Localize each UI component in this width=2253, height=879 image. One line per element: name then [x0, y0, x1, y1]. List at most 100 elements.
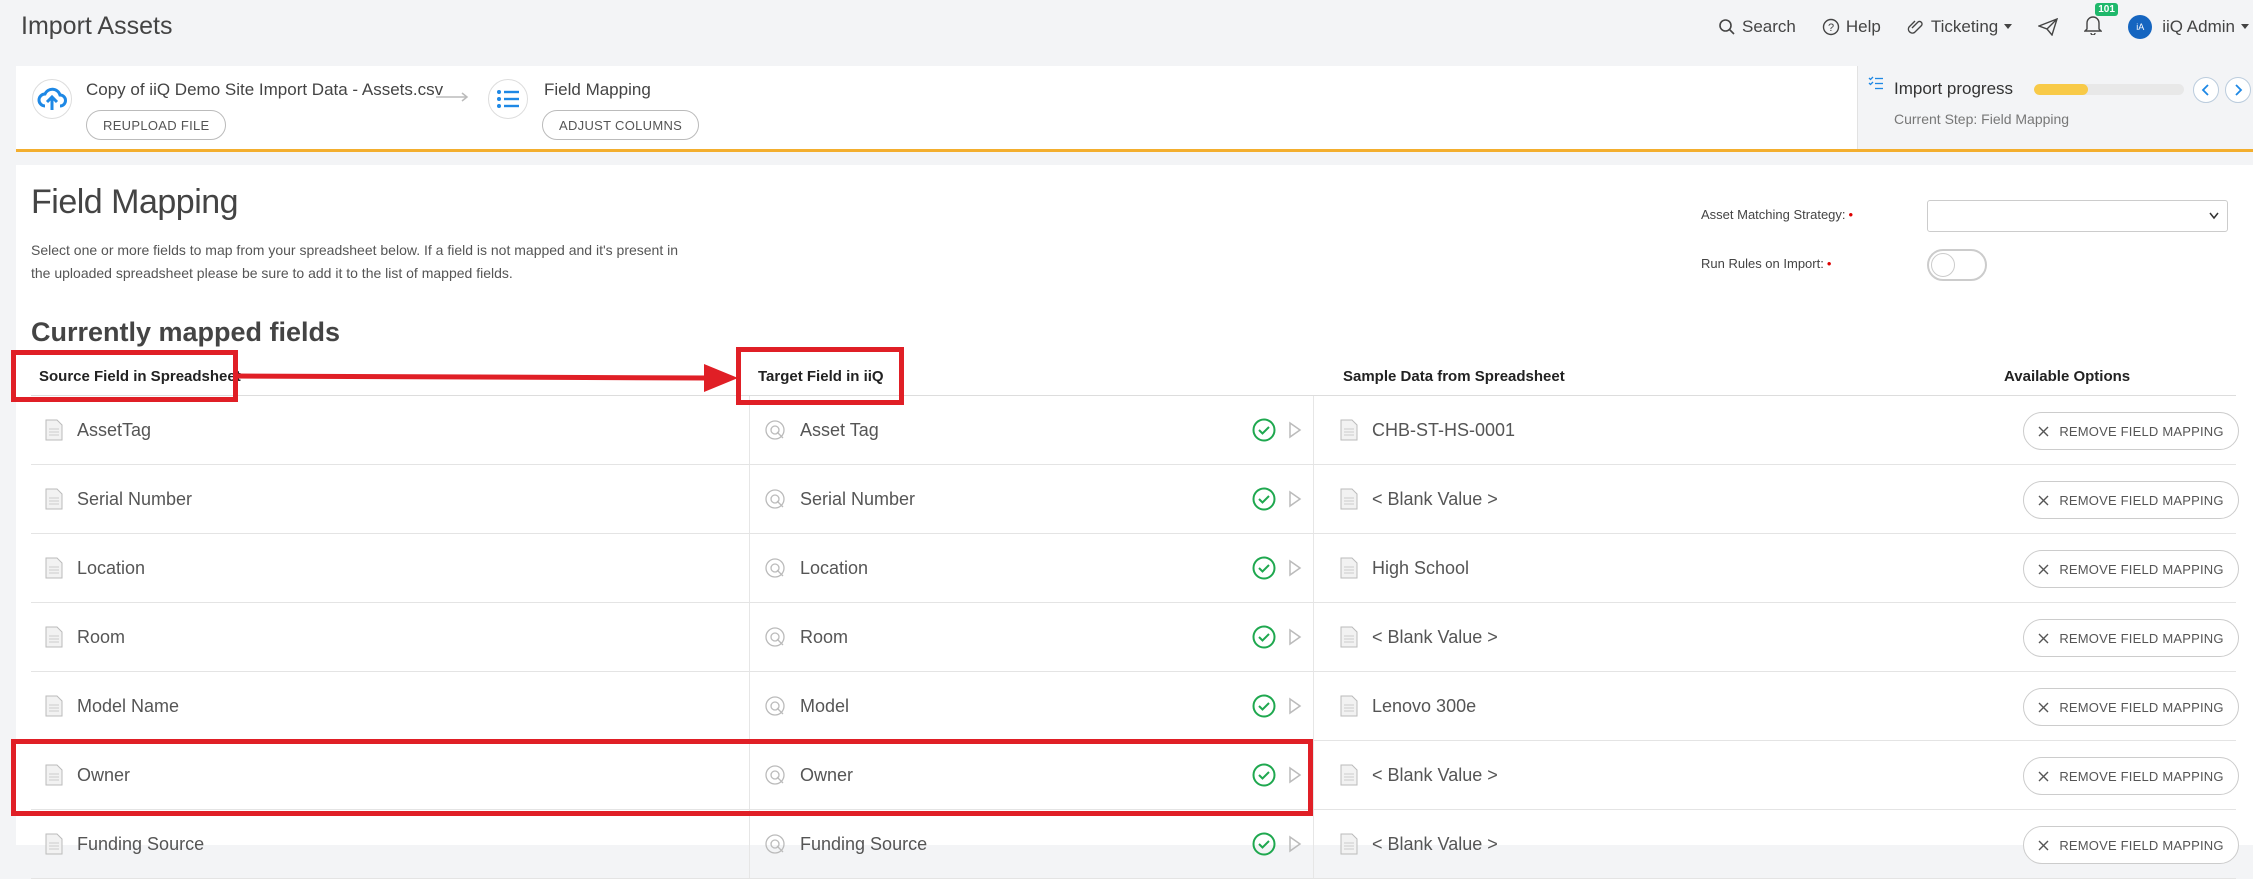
remove-field-mapping-button[interactable]: REMOVE FIELD MAPPING	[2023, 619, 2239, 657]
target-field-cell[interactable]: Location	[749, 534, 1314, 602]
table-row: Model Name Model Lenovo 300e REMOVE FIEL…	[31, 672, 2239, 741]
sample-data-cell: Lenovo 300e	[1326, 672, 1926, 740]
avatar[interactable]: iA	[2128, 15, 2153, 39]
reupload-file-button[interactable]: REUPLOAD FILE	[86, 110, 227, 140]
list-icon	[497, 90, 519, 108]
target-field-cell[interactable]: Asset Tag	[749, 396, 1314, 464]
chevron-right-icon	[2235, 84, 2243, 96]
close-icon	[2038, 495, 2049, 505]
expand-arrow-icon[interactable]	[1288, 490, 1302, 508]
remove-field-mapping-button[interactable]: REMOVE FIELD MAPPING	[2023, 826, 2239, 864]
annotation-arrow	[234, 364, 738, 392]
import-progress-fill	[2034, 84, 2088, 95]
close-icon	[2038, 840, 2049, 850]
run-rules-label: Run Rules on Import: •	[1701, 256, 1832, 271]
checklist-icon	[1868, 76, 1883, 90]
source-field-cell: AssetTag	[31, 396, 749, 464]
mapped-fields-title: Currently mapped fields	[31, 317, 341, 347]
check-circle-icon	[1252, 487, 1276, 511]
col-header-options: Available Options	[2004, 368, 2131, 385]
file-icon	[45, 695, 63, 717]
chevron-left-icon	[2201, 84, 2209, 96]
table-row: AssetTag Asset Tag CHB-ST-HS-0001 REMOVE…	[31, 396, 2239, 465]
check-circle-icon	[1252, 418, 1276, 442]
remove-label: REMOVE FIELD MAPPING	[2059, 837, 2224, 853]
remove-field-mapping-button[interactable]: REMOVE FIELD MAPPING	[2023, 412, 2239, 450]
target-field-name: Funding Source	[800, 833, 928, 854]
expand-arrow-icon[interactable]	[1288, 421, 1302, 439]
target-field-icon	[765, 489, 785, 509]
search-icon	[1719, 19, 1735, 35]
expand-arrow-icon[interactable]	[1288, 697, 1302, 715]
current-step-name: Field Mapping	[544, 80, 651, 99]
expand-arrow-icon[interactable]	[1288, 628, 1302, 646]
target-field-name: Asset Tag	[800, 419, 879, 440]
file-icon	[1340, 626, 1358, 648]
target-field-icon	[765, 627, 785, 647]
notification-badge: 101	[2095, 2, 2118, 16]
cloud-upload-icon	[37, 87, 67, 110]
target-field-cell[interactable]: Room	[749, 603, 1314, 671]
run-rules-toggle[interactable]	[1927, 249, 1987, 281]
source-field-cell: Location	[31, 534, 749, 602]
close-icon	[2038, 426, 2049, 436]
remove-label: REMOVE FIELD MAPPING	[2059, 768, 2224, 784]
import-progress-panel: Import progress Current Step: Field Mapp…	[1857, 66, 2253, 149]
sample-value: CHB-ST-HS-0001	[1372, 419, 1516, 440]
target-field-cell[interactable]: Model	[749, 672, 1314, 740]
target-field-name: Room	[800, 626, 849, 647]
previous-step-button[interactable]	[2193, 77, 2219, 103]
svg-text:?: ?	[1828, 22, 1834, 34]
sample-data-cell: < Blank Value >	[1326, 465, 1926, 533]
target-field-icon	[765, 696, 785, 716]
source-field-cell: Funding Source	[31, 810, 749, 878]
search-link[interactable]: Search	[1718, 17, 1796, 37]
file-icon	[1340, 833, 1358, 855]
matching-strategy-select[interactable]	[1927, 200, 2228, 232]
arrow-right-icon	[436, 92, 469, 102]
table-row: Room Room < Blank Value > REMOVE FIELD M…	[31, 603, 2239, 672]
file-icon	[45, 833, 63, 855]
close-icon	[2038, 702, 2049, 712]
remove-label: REMOVE FIELD MAPPING	[2059, 423, 2224, 439]
sample-value: High School	[1372, 557, 1470, 578]
matching-strategy-label: Asset Matching Strategy: •	[1701, 207, 1854, 222]
help-link[interactable]: ? Help	[1822, 17, 1881, 37]
annotation-box-source-header	[11, 350, 238, 402]
sample-data-cell: < Blank Value >	[1326, 810, 1926, 878]
sample-value: < Blank Value >	[1372, 626, 1498, 647]
adjust-columns-button[interactable]: ADJUST COLUMNS	[542, 110, 700, 140]
remove-label: REMOVE FIELD MAPPING	[2059, 561, 2224, 577]
user-menu[interactable]: iiQ Admin	[2162, 17, 2249, 37]
remove-field-mapping-button[interactable]: REMOVE FIELD MAPPING	[2023, 481, 2239, 519]
section-title: Field Mapping	[31, 183, 239, 221]
sample-data-cell: High School	[1326, 534, 1926, 602]
next-step-button[interactable]	[2225, 77, 2251, 103]
file-icon	[45, 626, 63, 648]
source-field-cell: Room	[31, 603, 749, 671]
sample-data-cell: CHB-ST-HS-0001	[1326, 396, 1926, 464]
expand-arrow-icon[interactable]	[1288, 835, 1302, 853]
page-title: Import Assets	[21, 12, 173, 40]
target-field-name: Location	[800, 557, 869, 578]
remove-field-mapping-button[interactable]: REMOVE FIELD MAPPING	[2023, 688, 2239, 726]
file-icon	[45, 419, 63, 441]
expand-arrow-icon[interactable]	[1288, 559, 1302, 577]
target-field-name: Serial Number	[800, 488, 916, 509]
file-icon	[1340, 419, 1358, 441]
remove-field-mapping-button[interactable]: REMOVE FIELD MAPPING	[2023, 550, 2239, 588]
sample-value: < Blank Value >	[1372, 833, 1498, 854]
remove-label: REMOVE FIELD MAPPING	[2059, 630, 2224, 646]
remove-field-mapping-button[interactable]: REMOVE FIELD MAPPING	[2023, 757, 2239, 795]
target-field-cell[interactable]: Serial Number	[749, 465, 1314, 533]
source-field-name: Room	[77, 626, 126, 647]
notifications-button[interactable]: 101	[2083, 2, 2118, 40]
chevron-down-icon	[2209, 212, 2219, 220]
source-field-name: Model Name	[77, 695, 180, 716]
close-icon	[2038, 564, 2049, 574]
target-field-cell[interactable]: Funding Source	[749, 810, 1314, 878]
ticketing-menu[interactable]: Ticketing	[1907, 17, 2013, 37]
paper-plane-icon	[2038, 18, 2059, 36]
send-button[interactable]	[2038, 18, 2059, 36]
table-row: Serial Number Serial Number < Blank Valu…	[31, 465, 2239, 534]
